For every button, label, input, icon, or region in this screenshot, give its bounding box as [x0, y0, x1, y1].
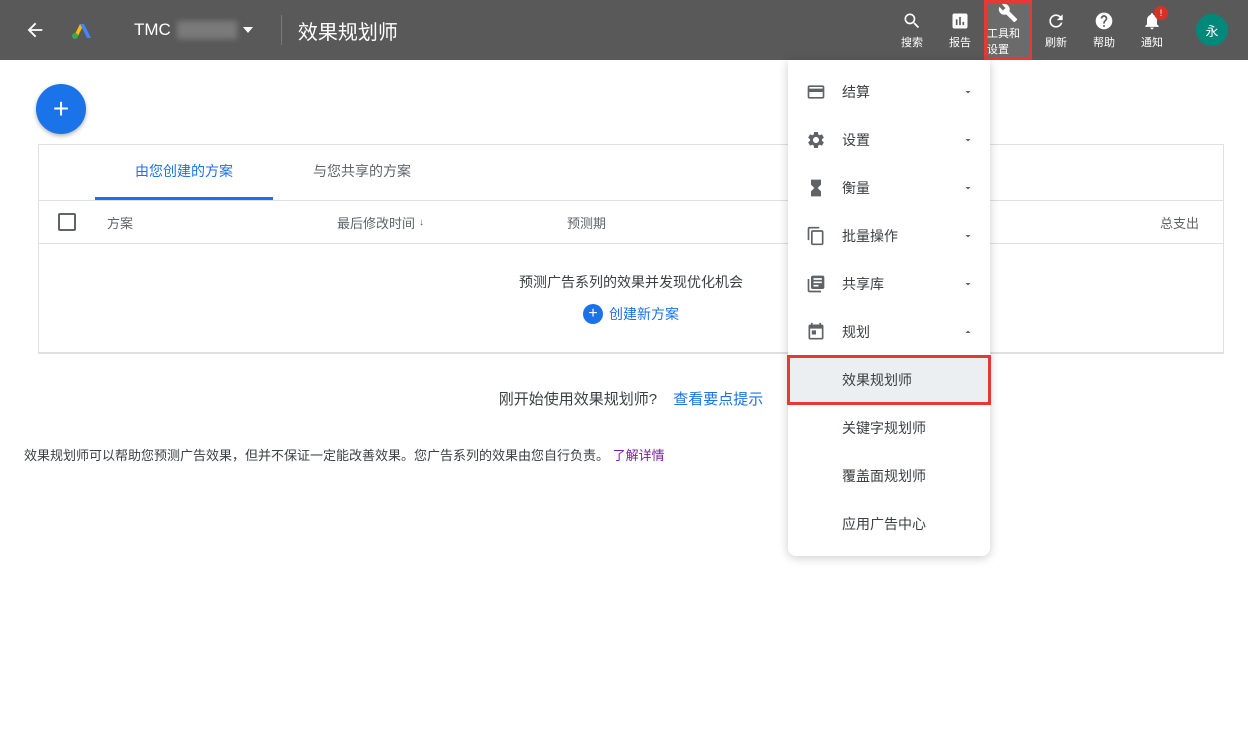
notifications-button[interactable]: ! 通知	[1128, 0, 1176, 60]
hourglass-icon	[804, 178, 828, 198]
col-last-modified[interactable]: 最后修改时间 ↓	[325, 213, 555, 232]
subitem-performance-planner[interactable]: 效果规划师	[788, 356, 990, 404]
select-all-checkbox[interactable]	[58, 213, 76, 231]
subitem-app-hub[interactable]: 应用广告中心	[788, 500, 990, 548]
refresh-icon	[1046, 10, 1066, 32]
subitem-reach-planner[interactable]: 覆盖面规划师	[788, 452, 990, 500]
col-forecast-period[interactable]: 预测期	[555, 213, 795, 232]
library-icon	[804, 274, 828, 294]
ads-logo-icon	[70, 18, 94, 42]
create-plan-fab[interactable]: +	[36, 84, 86, 134]
header-actions: 搜索 报告 工具和设置 刷新 帮助 ! 通知 永	[888, 0, 1248, 60]
disclaimer: 效果规划师可以帮助您预测广告效果，但并不保证一定能改善效果。您广告系列的效果由您…	[24, 445, 794, 467]
panel-billing[interactable]: 结算	[788, 68, 990, 116]
col-label: 最后修改时间	[337, 213, 415, 232]
label: 搜索	[901, 34, 923, 50]
page-title: 效果规划师	[298, 16, 398, 45]
plus-circle-icon: +	[583, 304, 603, 324]
chevron-down-icon	[243, 27, 253, 33]
label: 批量操作	[842, 226, 962, 246]
label: 设置	[842, 130, 962, 150]
account-prefix: TMC	[134, 20, 171, 40]
label: 通知	[1141, 34, 1163, 50]
chevron-up-icon	[962, 326, 974, 338]
question: 刚开始使用效果规划师?	[499, 391, 657, 408]
plans-card: 由您创建的方案 与您共享的方案 方案 最后修改时间 ↓ 预测期 目标 总支出 预…	[38, 144, 1224, 354]
tab-shared-with-you[interactable]: 与您共享的方案	[273, 145, 451, 200]
copy-icon	[804, 226, 828, 246]
refresh-button[interactable]: 刷新	[1032, 0, 1080, 60]
app-header: TMC 效果规划师 搜索 报告 工具和设置 刷新 帮助 ! 通知	[0, 0, 1248, 60]
back-button[interactable]	[0, 19, 70, 41]
getting-started: 刚开始使用效果规划师? 查看要点提示	[38, 388, 1224, 409]
label: 衡量	[842, 178, 962, 198]
disclaimer-text: 效果规划师可以帮助您预测广告效果，但并不保证一定能改善效果。您广告系列的效果由您…	[24, 448, 609, 463]
notification-badge: !	[1154, 6, 1168, 20]
calendar-icon	[804, 322, 828, 342]
account-name-blurred	[177, 21, 237, 39]
reports-button[interactable]: 报告	[936, 0, 984, 60]
help-button[interactable]: 帮助	[1080, 0, 1128, 60]
tools-dropdown-panel: 结算 设置 衡量 批量操作 共享库 规划 效果规划师 关键字规划师 覆盖面规划师…	[788, 60, 990, 556]
gear-icon	[804, 130, 828, 150]
subitem-keyword-planner[interactable]: 关键字规划师	[788, 404, 990, 452]
tips-link[interactable]: 查看要点提示	[673, 391, 763, 408]
credit-card-icon	[804, 82, 828, 102]
panel-planning[interactable]: 规划	[788, 308, 990, 356]
label: 共享库	[842, 274, 962, 294]
tab-created-by-you[interactable]: 由您创建的方案	[95, 145, 273, 200]
col-plan[interactable]: 方案	[95, 213, 325, 232]
empty-message: 预测广告系列的效果并发现优化机会	[39, 272, 1223, 292]
create-plan-link[interactable]: + 创建新方案	[39, 304, 1223, 324]
logo	[70, 18, 122, 42]
main-content: 由您创建的方案 与您共享的方案 方案 最后修改时间 ↓ 预测期 目标 总支出 预…	[0, 60, 1248, 491]
help-icon	[1094, 10, 1114, 32]
label: 报告	[949, 34, 971, 50]
user-avatar[interactable]: 永	[1196, 14, 1228, 46]
panel-bulk-actions[interactable]: 批量操作	[788, 212, 990, 260]
tabs: 由您创建的方案 与您共享的方案	[39, 145, 1223, 200]
panel-settings[interactable]: 设置	[788, 116, 990, 164]
chevron-down-icon	[962, 134, 974, 146]
label: 规划	[842, 322, 962, 342]
chevron-down-icon	[962, 230, 974, 242]
chevron-down-icon	[962, 86, 974, 98]
label: 工具和设置	[987, 25, 1029, 57]
account-selector[interactable]: TMC	[122, 20, 265, 40]
wrench-icon	[998, 3, 1018, 23]
search-button[interactable]: 搜索	[888, 0, 936, 60]
table-header-row: 方案 最后修改时间 ↓ 预测期 目标 总支出	[39, 200, 1223, 244]
chevron-down-icon	[962, 278, 974, 290]
divider	[281, 15, 282, 45]
chevron-down-icon	[962, 182, 974, 194]
tools-button[interactable]: 工具和设置	[984, 0, 1032, 60]
learn-more-link[interactable]: 了解详情	[613, 448, 665, 463]
search-icon	[902, 10, 922, 32]
col-total-spend[interactable]: 总支出	[1148, 213, 1223, 232]
create-label: 创建新方案	[609, 304, 679, 324]
panel-measure[interactable]: 衡量	[788, 164, 990, 212]
bar-chart-icon	[950, 10, 970, 32]
empty-state: 预测广告系列的效果并发现优化机会 + 创建新方案	[39, 244, 1223, 353]
label: 帮助	[1093, 34, 1115, 50]
sort-desc-icon: ↓	[419, 217, 424, 228]
label: 结算	[842, 82, 962, 102]
label: 刷新	[1045, 34, 1067, 50]
panel-shared-library[interactable]: 共享库	[788, 260, 990, 308]
